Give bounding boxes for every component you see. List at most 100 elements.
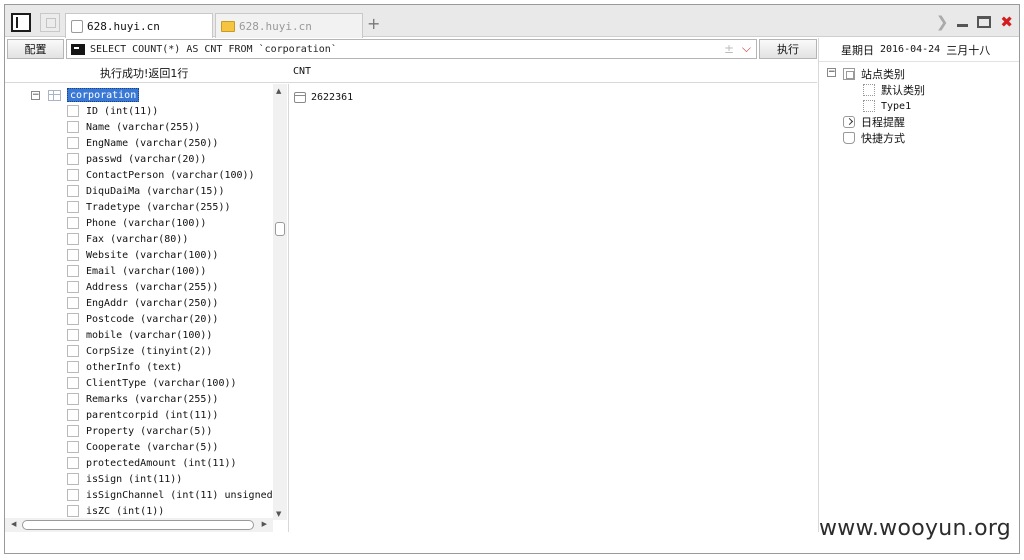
- field-label: isSignChannel (int(11) unsigned: [86, 489, 273, 501]
- sql-query-text: SELECT COUNT(*) AS CNT FROM `corporation…: [90, 43, 337, 55]
- field-label: isZC (int(1)): [86, 505, 165, 517]
- scroll-thumb[interactable]: [275, 222, 285, 236]
- sidebar-item-default-category[interactable]: 默认类别: [863, 82, 925, 98]
- field-label: Fax (varchar(80)): [86, 233, 189, 245]
- field-label: ContactPerson (varchar(100)): [86, 169, 255, 181]
- sidebar-item-label: 日程提醒: [861, 116, 905, 129]
- scroll-right-icon[interactable]: ▶: [262, 520, 267, 528]
- field-label: EngAddr (varchar(250)): [86, 297, 219, 309]
- field-label: Tradetype (varchar(255)): [86, 201, 231, 213]
- result-pane: 2622361: [290, 84, 817, 532]
- panel-toggle-button[interactable]: [11, 13, 31, 32]
- sidebar-item-schedule[interactable]: 日程提醒: [843, 114, 905, 130]
- plus-minus-icon[interactable]: ±: [724, 42, 734, 56]
- field-icon: [67, 169, 79, 181]
- hand-icon: [843, 132, 855, 144]
- tab-label: 628.huyi.cn: [239, 19, 312, 33]
- scroll-thumb[interactable]: [22, 520, 254, 530]
- table-icon: [48, 89, 61, 101]
- field-icon: [67, 105, 79, 117]
- field-label: Postcode (varchar(20)): [86, 313, 219, 325]
- field-label: protectedAmount (int(11)): [86, 457, 237, 469]
- watermark: www.wooyun.org: [819, 516, 1012, 541]
- field-label: CorpSize (tinyint(2)): [86, 345, 213, 357]
- scroll-down-icon[interactable]: ▼: [276, 510, 281, 518]
- field-icon: [67, 313, 79, 325]
- schema-tree: − corporation ID (int(11)) Name (varchar(…: [5, 84, 289, 532]
- collapse-toggle-icon[interactable]: −: [827, 68, 836, 77]
- field-icon: [67, 137, 79, 149]
- row-icon: [294, 92, 306, 103]
- tab-label: 628.huyi.cn: [87, 19, 160, 33]
- field-icon: [67, 489, 79, 501]
- scroll-left-icon[interactable]: ◀: [11, 520, 16, 528]
- result-row[interactable]: 2622361: [294, 92, 353, 103]
- field-label: Remarks (varchar(255)): [86, 393, 219, 405]
- field-label: Phone (varchar(100)): [86, 217, 207, 229]
- field-icon: [67, 217, 79, 229]
- field-icon: [67, 441, 79, 453]
- field-label: parentcorpid (int(11)): [86, 409, 219, 421]
- field-icon: [67, 121, 79, 133]
- result-column-header[interactable]: CNT: [293, 66, 311, 77]
- minimize-button[interactable]: [957, 23, 969, 27]
- collapse-toggle-icon[interactable]: −: [31, 90, 40, 100]
- field-label: passwd (varchar(20)): [86, 153, 207, 165]
- scroll-up-icon[interactable]: ▲: [276, 87, 281, 95]
- field-label: ClientType (varchar(100)): [86, 377, 237, 389]
- field-icon: [67, 361, 79, 373]
- dotted-square-icon: [863, 100, 875, 112]
- terminal-icon: [71, 43, 85, 55]
- field-icon: [67, 345, 79, 357]
- vertical-scrollbar[interactable]: ▲ ▼: [273, 84, 287, 520]
- field-icon: [67, 201, 79, 213]
- weekday: 星期日: [841, 43, 874, 57]
- page-icon: [71, 19, 83, 33]
- field-icon: [67, 457, 79, 469]
- field-label: DiquDaiMa (varchar(15)): [86, 185, 225, 197]
- new-tab-button[interactable]: +: [367, 14, 380, 33]
- horizontal-scrollbar[interactable]: ◀ ▶: [5, 518, 273, 532]
- field-label: Email (varchar(100)): [86, 265, 207, 277]
- tab-inactive[interactable]: 628.huyi.cn: [215, 13, 363, 38]
- field-icon: [67, 505, 79, 517]
- category-icon: [843, 68, 855, 80]
- field-label: ID (int(11)): [86, 105, 159, 117]
- close-button[interactable]: ✖: [1000, 13, 1013, 31]
- home-button[interactable]: [40, 13, 60, 32]
- field-icon: [67, 281, 79, 293]
- maximize-button[interactable]: [977, 16, 992, 28]
- field-icon: [67, 329, 79, 341]
- folder-icon: [221, 20, 235, 32]
- field-label: otherInfo (text): [86, 361, 183, 373]
- chevron-down-icon[interactable]: ⌵: [742, 41, 751, 56]
- sql-query-input[interactable]: SELECT COUNT(*) AS CNT FROM `corporation…: [66, 39, 757, 59]
- sidebar-item-sites[interactable]: 站点类别: [843, 66, 905, 82]
- sidebar-item-label: 快捷方式: [861, 132, 905, 145]
- field-icon: [67, 425, 79, 437]
- sidebar-item-shortcuts[interactable]: 快捷方式: [843, 130, 905, 146]
- field-label: Website (varchar(100)): [86, 249, 219, 261]
- app-window: 628.huyi.cn 628.huyi.cn + ❯ ✖ 配置 SELECT …: [4, 4, 1020, 554]
- field-icon: [67, 393, 79, 405]
- chevron-right-icon[interactable]: ❯: [936, 13, 949, 31]
- field-icon: [67, 409, 79, 421]
- status-row: 执行成功!返回1行 CNT: [5, 62, 817, 83]
- field-icon: [67, 249, 79, 261]
- execute-button[interactable]: 执行: [759, 39, 817, 59]
- tab-bar: 628.huyi.cn 628.huyi.cn + ❯ ✖: [5, 5, 1019, 38]
- field-icon: [67, 377, 79, 389]
- field-label: Name (varchar(255)): [86, 121, 201, 133]
- sidebar-item-type1[interactable]: Type1: [863, 98, 911, 114]
- config-button[interactable]: 配置: [7, 39, 64, 59]
- table-name[interactable]: corporation: [67, 88, 140, 102]
- sidebar-item-label: 默认类别: [881, 84, 925, 97]
- status-message: 执行成功!返回1行: [100, 67, 189, 80]
- window-controls: ❯ ✖: [936, 13, 1013, 31]
- sidebar-item-label: 站点类别: [861, 68, 905, 81]
- field-label: Cooperate (varchar(5)): [86, 441, 219, 453]
- tab-active[interactable]: 628.huyi.cn: [65, 13, 213, 38]
- field-label: mobile (varchar(100)): [86, 329, 213, 341]
- field-icon: [67, 185, 79, 197]
- field-icon: [67, 297, 79, 309]
